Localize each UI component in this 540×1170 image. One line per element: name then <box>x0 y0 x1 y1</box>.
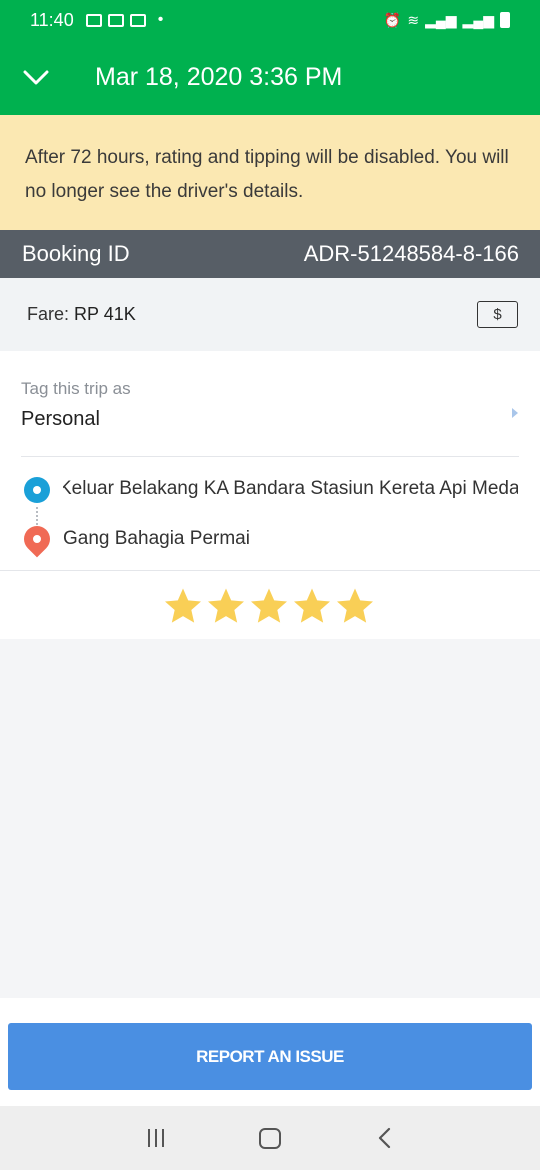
laptop-icon <box>107 13 124 27</box>
booking-id-label: Booking ID <box>22 241 130 266</box>
fare-row: Fare: RP 41K $ <box>0 278 540 351</box>
dropoff-pin-icon <box>18 520 56 558</box>
wifi-icon: ≋ <box>407 11 420 28</box>
cash-payment-icon: $ <box>477 301 518 328</box>
divider <box>21 456 519 457</box>
star-icon[interactable] <box>248 586 290 626</box>
dropoff-address: Gang Bahagia Permai <box>63 528 250 549</box>
gallery-icon <box>85 13 102 27</box>
battery-icon <box>500 12 510 28</box>
report-issue-button[interactable]: REPORT AN ISSUE <box>8 1023 532 1090</box>
android-nav-bar <box>0 1106 540 1170</box>
booking-id-bar: Booking ID ADR-51248584-8-166 <box>0 230 540 278</box>
chevron-down-icon[interactable] <box>0 70 72 86</box>
booking-id-value: ADR-51248584-8-166 <box>303 241 519 266</box>
alarm-icon: ⏰ <box>383 11 402 28</box>
tag-trip-label: Tag this trip as <box>21 379 131 398</box>
star-icon[interactable] <box>291 586 333 626</box>
status-bar: 11:40 • ⏰ ≋ ▂▄▆ ▂▄▆ <box>0 0 540 40</box>
chevron-right-icon[interactable] <box>512 408 518 418</box>
pickup-location-icon <box>24 477 50 503</box>
tag-trip-value: Personal <box>21 408 100 430</box>
trip-details-card: Tag this trip as Personal Keluar Belakan… <box>0 351 540 639</box>
status-time: 11:40 <box>30 9 74 30</box>
home-icon[interactable] <box>258 1127 281 1149</box>
fare-value: RP 41K <box>74 304 136 324</box>
more-notifications-dot-icon: • <box>157 11 164 28</box>
divider <box>0 570 540 571</box>
signal-icon: ▂▄▆ <box>425 11 457 28</box>
star-icon[interactable] <box>205 586 247 626</box>
star-rating <box>162 586 376 626</box>
star-icon[interactable] <box>334 586 376 626</box>
signal-icon-2: ▂▄▆ <box>462 11 494 28</box>
route-connector <box>36 507 38 525</box>
back-icon[interactable] <box>376 1127 392 1149</box>
recents-icon[interactable] <box>147 1129 164 1147</box>
calendar-icon <box>129 13 146 27</box>
rating-deadline-notice: After 72 hours, rating and tipping will … <box>0 115 540 230</box>
pickup-address: Keluar Belakang KA Bandara Stasiun Keret… <box>63 478 518 499</box>
system-icons: ⏰ ≋ ▂▄▆ ▂▄▆ <box>384 12 510 29</box>
fare-label: Fare: <box>27 304 70 324</box>
star-icon[interactable] <box>162 586 204 626</box>
app-bar: Mar 18, 2020 3:36 PM <box>0 40 540 115</box>
trip-datetime-title: Mar 18, 2020 3:36 PM <box>95 63 343 91</box>
footer: REPORT AN ISSUE <box>0 998 540 1106</box>
notification-icons: • <box>85 11 164 29</box>
